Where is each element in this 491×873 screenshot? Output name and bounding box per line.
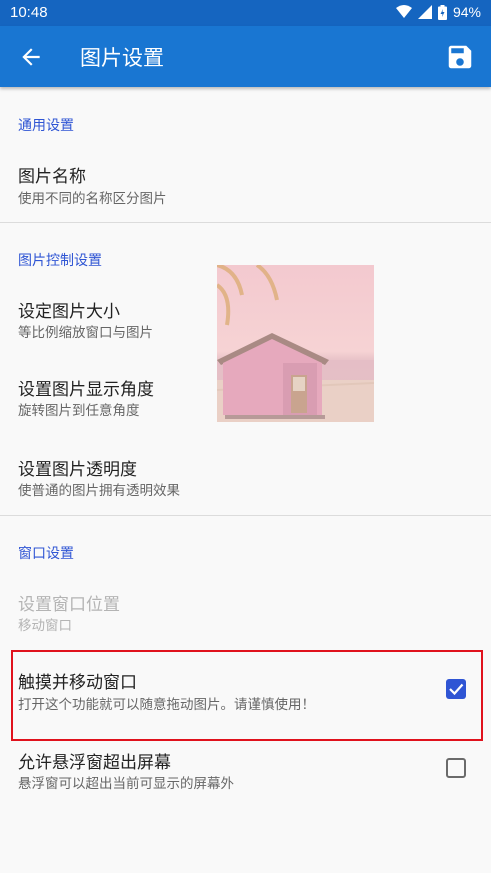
setting-subtitle: 等比例缩放窗口与图片 (18, 325, 153, 341)
setting-subtitle: 悬浮窗可以超出当前可显示的屏幕外 (18, 776, 234, 792)
save-icon[interactable] (445, 42, 475, 72)
battery-percent: 94% (452, 4, 481, 20)
divider (0, 515, 491, 516)
setting-item-window-position: 设置窗口位置 移动窗口 (0, 578, 491, 648)
divider (0, 222, 491, 223)
setting-title: 设定图片大小 (18, 302, 120, 322)
setting-title: 设置图片显示角度 (18, 380, 154, 400)
allow-offscreen-checkbox[interactable] (446, 758, 466, 778)
status-icons: 94% (395, 4, 481, 20)
setting-item-image-name[interactable]: 图片名称 使用不同的名称区分图片 (0, 150, 491, 220)
status-time: 10:48 (10, 4, 48, 21)
battery-icon (437, 4, 447, 20)
setting-title: 图片名称 (18, 167, 86, 187)
section-header-window: 窗口设置 (18, 546, 74, 562)
setting-subtitle: 使普通的图片拥有透明效果 (18, 483, 180, 499)
setting-title: 设置图片透明度 (18, 460, 137, 480)
setting-item-allow-offscreen[interactable]: 允许悬浮窗超出屏幕 悬浮窗可以超出当前可显示的屏幕外 (0, 738, 491, 808)
section-header-general: 通用设置 (18, 118, 74, 134)
signal-icon (417, 5, 432, 19)
arrow-back-icon[interactable] (18, 44, 44, 70)
image-preview[interactable] (217, 265, 374, 422)
setting-item-image-opacity[interactable]: 设置图片透明度 使普通的图片拥有透明效果 (0, 443, 491, 513)
setting-title: 允许悬浮窗超出屏幕 (18, 753, 171, 773)
setting-subtitle: 旋转图片到任意角度 (18, 403, 140, 419)
setting-title: 设置窗口位置 (18, 595, 120, 615)
highlight-box (11, 650, 483, 741)
app-bar: 图片设置 (0, 26, 491, 87)
wifi-icon (395, 5, 412, 18)
setting-subtitle: 移动窗口 (18, 618, 72, 634)
section-header-image-control: 图片控制设置 (18, 253, 102, 269)
page-title: 图片设置 (80, 46, 164, 70)
setting-subtitle: 使用不同的名称区分图片 (18, 191, 167, 207)
status-bar: 10:48 94% (0, 0, 491, 26)
